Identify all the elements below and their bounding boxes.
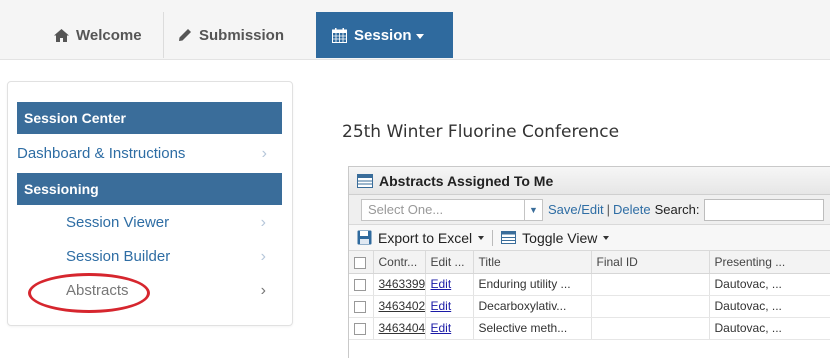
export-excel-button[interactable]: Export to Excel	[357, 229, 485, 246]
column-header-presenting[interactable]: Presenting ...	[709, 251, 830, 274]
nav-tab-session[interactable]: Session	[316, 12, 453, 58]
nav-tab-welcome[interactable]: Welcome	[40, 12, 164, 58]
calendar-icon	[332, 27, 347, 43]
table-row: 3463402 Edit Decarboxylativ... Dautovac,…	[349, 295, 830, 318]
edit-link[interactable]: Edit	[431, 321, 452, 335]
control-number-link[interactable]: 3463404	[379, 321, 425, 335]
sidebar-item-label: Session Builder	[66, 248, 171, 265]
sidebar-header-sessioning: Sessioning	[17, 173, 282, 205]
nav-tab-session-label: Session	[354, 26, 412, 44]
table-row: 3463399 Edit Enduring utility ... Dautov…	[349, 273, 830, 296]
sidebar-item-dashboard[interactable]: Dashboard & Instructions ›	[17, 138, 277, 170]
home-icon	[54, 28, 69, 42]
column-header-control[interactable]: Contr...	[373, 251, 426, 274]
panel-title: Abstracts Assigned To Me	[379, 172, 554, 189]
search-label: Search:	[654, 202, 700, 217]
control-cell: 3463404	[373, 317, 426, 340]
nav-tab-welcome-label: Welcome	[76, 26, 142, 44]
toggle-view-label: Toggle View	[522, 229, 598, 246]
chevron-right-icon: ›	[260, 282, 266, 299]
row-checkbox-cell	[349, 317, 374, 340]
page-title: 25th Winter Fluorine Conference	[342, 122, 620, 142]
action-select-value: Select One...	[368, 201, 444, 217]
chevron-down-icon	[415, 33, 424, 39]
save-edit-link[interactable]: Save/Edit	[548, 202, 604, 217]
edit-cell: Edit	[425, 295, 474, 318]
floppy-disk-icon	[357, 230, 372, 245]
highlight-ring	[28, 273, 150, 313]
control-number-link[interactable]: 3463402	[379, 299, 425, 313]
column-header-title[interactable]: Title	[473, 251, 592, 274]
final-id-cell	[591, 317, 710, 340]
action-select[interactable]: Select One... ▼	[361, 198, 543, 221]
final-id-cell	[591, 295, 710, 318]
edit-link[interactable]: Edit	[431, 299, 452, 313]
search-input[interactable]	[704, 198, 825, 221]
select-all-checkbox-cell	[349, 251, 374, 274]
title-cell: Decarboxylativ...	[473, 295, 592, 318]
presenting-cell: Dautovac, ...	[709, 295, 830, 318]
presenting-cell: Dautovac, ...	[709, 317, 830, 340]
abstracts-panel: Abstracts Assigned To Me Select One... ▼…	[348, 166, 830, 358]
title-cell: Selective meth...	[473, 317, 592, 340]
chevron-right-icon: ›	[261, 145, 267, 162]
chevron-right-icon: ›	[260, 248, 266, 265]
sidebar-header-session-center: Session Center	[17, 102, 282, 134]
sidebar-item-label: Session Viewer	[66, 214, 170, 231]
divider	[492, 229, 494, 246]
control-number-link[interactable]: 3463399	[379, 277, 425, 291]
row-checkbox[interactable]	[354, 300, 366, 313]
table-icon	[357, 173, 373, 188]
toggle-view-button[interactable]: Toggle View	[501, 229, 610, 246]
nav-tab-submission[interactable]: Submission	[164, 12, 316, 58]
panel-toolbar-secondary: Export to Excel Toggle View	[349, 225, 830, 251]
export-label: Export to Excel	[378, 229, 473, 246]
chevron-down-icon: ▼	[524, 199, 542, 220]
row-checkbox-cell	[349, 295, 374, 318]
row-checkbox-cell	[349, 273, 374, 296]
edit-link[interactable]: Edit	[431, 277, 452, 291]
column-header-final-id[interactable]: Final ID	[591, 251, 710, 274]
column-header-edit[interactable]: Edit ...	[425, 251, 474, 274]
nav-tab-submission-label: Submission	[199, 26, 285, 44]
chevron-down-icon	[603, 235, 610, 240]
table-icon	[501, 231, 517, 244]
sidebar-item-session-viewer[interactable]: Session Viewer ›	[66, 207, 276, 239]
table-header-row: Contr... Edit ... Title Final ID Present…	[349, 251, 830, 274]
pencil-icon	[179, 29, 191, 41]
select-all-checkbox[interactable]	[354, 256, 366, 269]
control-cell: 3463402	[373, 295, 426, 318]
delete-link[interactable]: Delete	[613, 202, 651, 217]
separator: |	[606, 202, 611, 217]
row-checkbox[interactable]	[354, 278, 366, 291]
row-checkbox[interactable]	[354, 322, 366, 335]
control-cell: 3463399	[373, 273, 426, 296]
chevron-right-icon: ›	[260, 214, 266, 231]
panel-header: Abstracts Assigned To Me	[349, 167, 830, 195]
edit-cell: Edit	[425, 273, 474, 296]
chevron-down-icon	[478, 235, 485, 240]
table-row: 3463404 Edit Selective meth... Dautovac,…	[349, 317, 830, 340]
edit-cell: Edit	[425, 317, 474, 340]
top-nav: Welcome Submission Session	[0, 0, 830, 60]
sidebar-item-label: Dashboard & Instructions	[17, 145, 186, 162]
presenting-cell: Dautovac, ...	[709, 273, 830, 296]
sidebar-item-session-builder[interactable]: Session Builder ›	[66, 241, 276, 273]
panel-toolbar: Select One... ▼ Save/Edit | Delete Searc…	[349, 195, 830, 225]
title-cell: Enduring utility ...	[473, 273, 592, 296]
final-id-cell	[591, 273, 710, 296]
abstracts-table: Contr... Edit ... Title Final ID Present…	[349, 251, 830, 340]
